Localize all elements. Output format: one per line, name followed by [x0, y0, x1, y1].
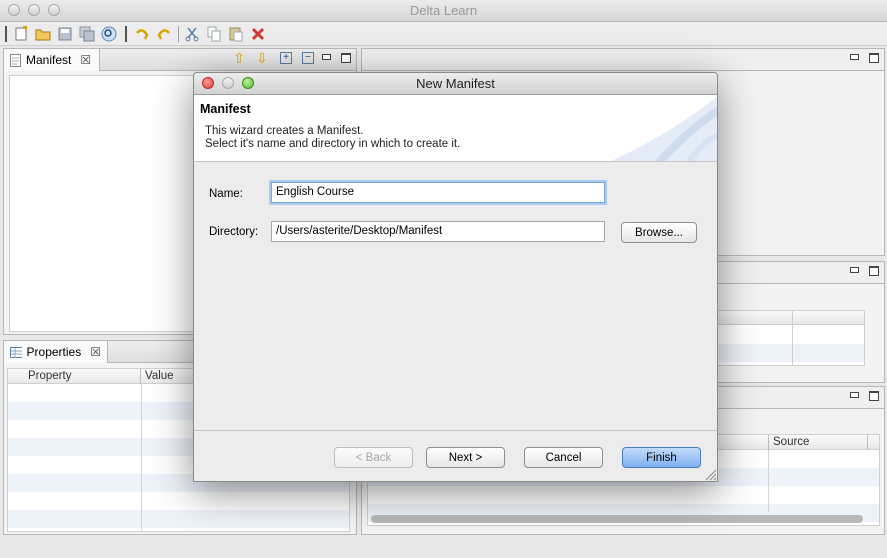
wizard-banner-graphic	[611, 96, 717, 161]
delete-icon[interactable]	[249, 25, 267, 43]
table-row	[8, 510, 349, 528]
new-manifest-dialog: New Manifest Manifest This wizard create…	[193, 72, 718, 482]
directory-label: Directory:	[209, 226, 259, 238]
resize-grip-icon[interactable]	[705, 469, 717, 481]
minimize-view-icon[interactable]	[850, 392, 859, 398]
minimize-view-icon[interactable]	[850, 54, 859, 60]
column-divider	[141, 384, 142, 531]
wizard-page-title: Manifest	[200, 102, 251, 116]
cancel-button[interactable]: Cancel	[524, 447, 603, 468]
column-divider	[768, 450, 769, 512]
minimize-view-icon[interactable]	[322, 54, 331, 60]
wizard-description-line1: This wizard creates a Manifest.	[205, 125, 364, 137]
name-field[interactable]: English Course	[271, 182, 605, 203]
maximize-view-icon[interactable]	[869, 391, 879, 401]
dialog-titlebar: New Manifest	[194, 73, 717, 95]
finish-button[interactable]: Finish	[622, 447, 701, 468]
toolbar-separator	[178, 26, 179, 42]
close-tab-icon[interactable]: ☒	[80, 53, 91, 67]
editor-tabstrip	[362, 49, 884, 71]
tab-properties[interactable]: Properties ☒	[4, 341, 108, 363]
horizontal-scrollbar[interactable]	[371, 515, 863, 523]
browse-button[interactable]: Browse...	[621, 222, 697, 243]
paste-icon[interactable]	[227, 25, 245, 43]
collapse-all-icon[interactable]: −	[302, 52, 314, 64]
maximize-view-icon[interactable]	[341, 53, 351, 63]
move-down-icon[interactable]: ⇩	[256, 50, 268, 66]
next-button[interactable]: Next >	[426, 447, 505, 468]
maximize-view-icon[interactable]	[869, 53, 879, 63]
cut-icon[interactable]	[183, 25, 201, 43]
wizard-header: Manifest This wizard creates a Manifest.…	[194, 95, 717, 162]
column-divider	[792, 311, 793, 365]
maximize-view-icon[interactable]	[869, 266, 879, 276]
name-label: Name:	[209, 188, 243, 200]
directory-field[interactable]: /Users/asterite/Desktop/Manifest	[271, 221, 605, 242]
move-up-icon[interactable]: ⇧	[233, 50, 245, 66]
toolbar-grip	[5, 26, 7, 42]
app-title: Delta Learn	[409, 3, 478, 18]
tab-properties-label: Properties	[26, 345, 82, 359]
copy-icon[interactable]	[205, 25, 223, 43]
undo-icon[interactable]	[133, 25, 151, 43]
dialog-title: New Manifest	[416, 76, 495, 91]
save-icon[interactable]	[56, 25, 74, 43]
wizard-description-line2: Select it's name and directory in which …	[205, 138, 461, 150]
button-bar-separator	[194, 430, 717, 431]
manifest-tabstrip: Manifest ☒ ⇧ ⇩ + −	[4, 49, 356, 71]
window-titlebar: Delta Learn	[0, 0, 887, 22]
save-all-icon[interactable]	[78, 25, 96, 43]
toolbar-separator	[125, 26, 127, 42]
open-folder-icon[interactable]	[34, 25, 52, 43]
minimize-view-icon[interactable]	[850, 267, 859, 273]
main-toolbar	[0, 22, 887, 46]
tab-manifest[interactable]: Manifest ☒	[4, 49, 100, 71]
manifest-file-icon	[10, 53, 21, 67]
close-tab-icon[interactable]: ☒	[90, 345, 101, 359]
search-icon[interactable]	[100, 25, 118, 43]
tab-manifest-label: Manifest	[26, 53, 72, 67]
col-source[interactable]: Source	[768, 435, 868, 450]
back-button[interactable]: < Back	[334, 447, 413, 468]
col-property[interactable]: Property	[8, 369, 141, 384]
properties-table-icon	[10, 346, 22, 358]
redo-icon[interactable]	[155, 25, 173, 43]
new-file-icon[interactable]	[12, 25, 30, 43]
expand-all-icon[interactable]: +	[280, 52, 292, 64]
